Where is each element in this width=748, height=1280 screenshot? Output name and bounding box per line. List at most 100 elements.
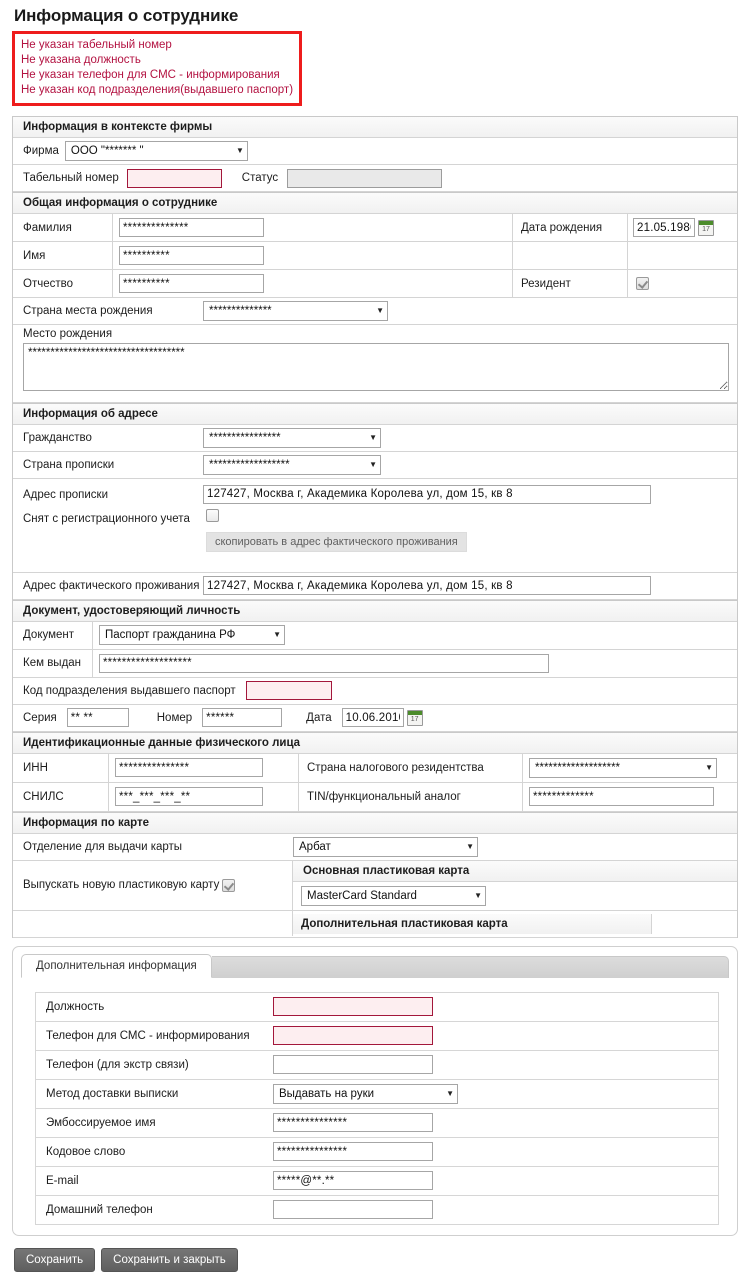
firstname-input[interactable] [119, 246, 264, 265]
surname-row: Фамилия Дата рождения 17 [13, 214, 737, 242]
department-code-row: Код подразделения выдавшего паспорт [13, 678, 737, 705]
copy-address-button[interactable]: скопировать в адрес фактического прожива… [206, 531, 467, 552]
additional-field-label: Телефон (для экстр связи) [46, 1058, 189, 1071]
patronymic-label: Отчество [23, 277, 73, 290]
additional-field-control [271, 1026, 433, 1046]
chevron-down-icon: ▼ [705, 762, 713, 772]
issued-by-input[interactable] [99, 653, 549, 673]
registration-country-select[interactable]: ****************** ▼ [203, 455, 381, 475]
patronymic-input[interactable] [119, 274, 264, 293]
tax-country-select[interactable]: ******************* ▼ [529, 757, 717, 778]
firstname-label: Имя [23, 249, 46, 262]
number-input[interactable] [202, 708, 283, 727]
deregistered-label: Снят с регистрационного учета [23, 512, 190, 525]
additional-field-row: Кодовое слово [36, 1138, 718, 1167]
registration-country-row: Страна прописки ****************** ▼ [13, 452, 737, 479]
actual-address-label: Адрес фактического проживания [23, 579, 200, 592]
tab-additional-information[interactable]: Дополнительная информация [21, 953, 212, 978]
snils-row: СНИЛС TIN/функциональный аналог [13, 782, 737, 812]
calendar-icon[interactable]: 17 [698, 219, 714, 236]
document-type-value: Паспорт гражданина РФ [105, 629, 236, 641]
additional-info-panel: Дополнительная информация Должность Телеф… [12, 945, 738, 1236]
registration-address-block: Адрес прописки Снят с регистрационного у… [13, 479, 737, 573]
additional-field-label: Кодовое слово [46, 1145, 126, 1158]
date-label: Дата [306, 711, 332, 724]
error-message: Не указана должность [21, 54, 141, 66]
document-date-input[interactable] [341, 708, 404, 727]
main-card-select[interactable]: MasterCard Standard ▼ [301, 885, 486, 906]
error-message: Не указан табельный номер [21, 39, 172, 51]
page-title: Информация о сотруднике [14, 6, 239, 25]
additional-card-row: Дополнительная пластиковая карта [13, 911, 737, 938]
chevron-down-icon: ▼ [369, 460, 377, 469]
additional-field-input[interactable] [273, 1171, 433, 1191]
actual-address-row: Адрес фактического проживания [13, 573, 737, 600]
tin-input[interactable] [529, 787, 714, 806]
document-section-heading: Документ, удостоверяющий личность [13, 600, 737, 622]
issue-card-row: Выпускать новую пластиковую карту Основн… [13, 860, 737, 911]
additional-field-label: Метод доставки выписки [46, 1087, 179, 1100]
firm-select-value: ООО "******* " [70, 145, 144, 157]
save-and-close-button[interactable]: Сохранить и закрыть [101, 1247, 238, 1272]
save-button[interactable]: Сохранить [14, 1247, 96, 1272]
actual-address-input[interactable] [203, 576, 651, 595]
additional-field-control: Выдавать на руки ▼ [271, 1083, 458, 1104]
branch-row: Отделение для выдачи карты Арбат ▼ [13, 834, 737, 861]
firm-row: Фирма ООО "******* " ▼ [13, 138, 737, 165]
snils-input[interactable] [115, 787, 263, 806]
tab-bar-filler [211, 955, 729, 978]
additional-field-row: Телефон (для экстр связи) [36, 1051, 718, 1080]
inn-input[interactable] [115, 758, 263, 777]
series-input[interactable] [66, 708, 129, 727]
additional-field-input[interactable] [273, 1200, 433, 1220]
firm-select[interactable]: ООО "******* " ▼ [64, 141, 248, 161]
citizenship-value: **************** [209, 432, 281, 444]
surname-input[interactable] [119, 218, 264, 237]
birth-country-row: Страна места рождения ************** ▼ [13, 298, 737, 325]
issued-by-row: Кем выдан [13, 649, 737, 678]
additional-field-input[interactable] [273, 1142, 433, 1162]
issue-new-card-checkbox[interactable] [222, 878, 236, 892]
additional-field-input[interactable] [273, 1026, 433, 1046]
deregistered-checkbox[interactable] [206, 508, 219, 522]
number-label: Номер [156, 711, 193, 724]
department-code-input[interactable] [245, 681, 332, 700]
birth-place-row: Место рождения [13, 325, 737, 403]
additional-field-input[interactable] [273, 997, 433, 1017]
citizenship-select[interactable]: **************** ▼ [203, 428, 381, 448]
additional-field-input[interactable] [273, 1055, 433, 1075]
patronymic-row: Отчество Резидент [13, 270, 737, 298]
citizenship-label: Гражданство [23, 432, 92, 444]
chevron-down-icon: ▼ [466, 841, 474, 851]
general-section-heading: Общая информация о сотруднике [13, 193, 737, 214]
additional-field-row: Эмбоссируемое имя [36, 1109, 718, 1138]
issued-by-label: Кем выдан [23, 657, 82, 669]
calendar-icon[interactable]: 17 [406, 709, 423, 726]
address-section-heading: Информация об адресе [13, 404, 737, 425]
additional-field-row: Телефон для СМС - информирования [36, 1022, 718, 1051]
personnel-number-input[interactable] [126, 168, 222, 188]
resident-label: Резидент [521, 277, 571, 290]
additional-field-row: E-mail [36, 1167, 718, 1196]
additional-field-select-value: Выдавать на руки [279, 1087, 375, 1100]
additional-field-input[interactable] [273, 1113, 433, 1133]
birth-place-textarea[interactable] [23, 343, 729, 391]
inn-label: ИНН [23, 761, 48, 774]
registration-address-input[interactable] [203, 484, 651, 504]
additional-field-row: Метод доставки выписки Выдавать на руки ▼ [36, 1080, 718, 1109]
additional-card-heading: Дополнительная пластиковая карта [293, 913, 652, 934]
additional-field-control [271, 997, 433, 1017]
birth-country-select[interactable]: ************** ▼ [203, 301, 388, 321]
document-type-select[interactable]: Паспорт гражданина РФ ▼ [99, 625, 285, 645]
additional-field-control [271, 1113, 433, 1133]
document-label: Документ [23, 629, 75, 641]
status-input [287, 168, 443, 188]
birthdate-input[interactable] [633, 218, 695, 237]
additional-field-control [271, 1142, 433, 1162]
additional-field-select[interactable]: Выдавать на руки ▼ [273, 1083, 458, 1104]
issue-new-card-label: Выпускать новую пластиковую карту [23, 879, 220, 891]
registration-country-value: ****************** [209, 459, 290, 471]
birth-country-label: Страна места рождения [23, 305, 153, 317]
branch-select[interactable]: Арбат ▼ [293, 836, 478, 857]
resident-checkbox[interactable] [636, 277, 649, 290]
